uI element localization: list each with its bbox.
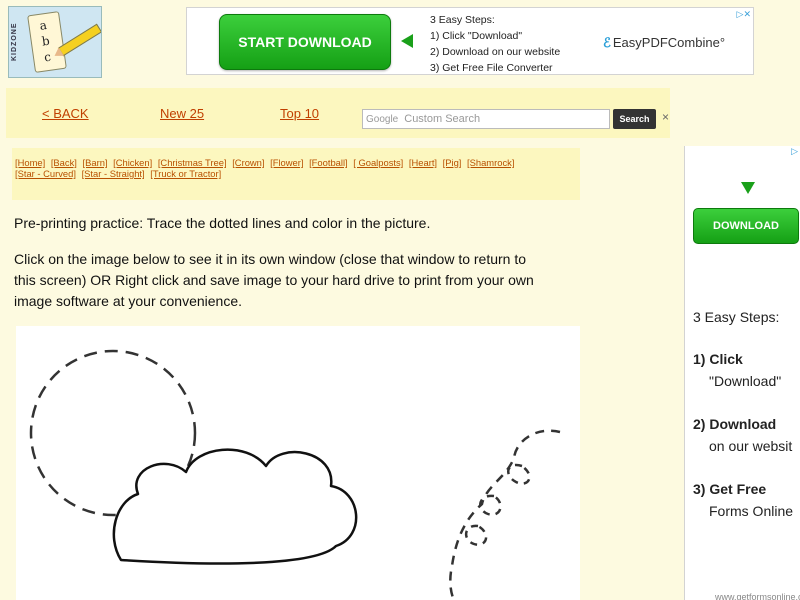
tracing-picture[interactable] [16, 326, 580, 600]
search-placeholder: Custom Search [404, 113, 481, 125]
pdf-brand-icon: ℰ [603, 35, 611, 50]
category-link[interactable]: [Christmas Tree] [158, 157, 227, 168]
google-logo: Google [366, 113, 399, 125]
arrow-down-icon [741, 182, 755, 194]
category-link[interactable]: [Crown] [232, 157, 264, 168]
ad-steps-heading: 3 Easy Steps: [430, 14, 495, 26]
tracing-drawing [29, 349, 561, 600]
category-link[interactable]: [Star - Straight] [82, 168, 145, 179]
side-ad-url[interactable]: www.getformsonline.co [715, 592, 800, 600]
instructions-line-1: Click on the image below to see it in it… [14, 251, 527, 267]
logo-paper: a b c [27, 11, 67, 73]
category-links: [Home] [Back] [Barn] [Chicken] [Christma… [12, 148, 580, 200]
dashed-curl-3 [465, 524, 488, 546]
logo-side-text: KIDZONE [11, 22, 18, 62]
category-link[interactable]: [Barn] [83, 157, 108, 168]
logo-letter-a: a [38, 17, 48, 33]
top-10-link[interactable]: Top 10 [280, 106, 319, 121]
side-download-button[interactable]: DOWNLOAD [693, 208, 799, 244]
ad-brand[interactable]: ℰ EasyPDFCombine° [603, 35, 725, 51]
logo-letter-b: b [40, 33, 51, 49]
category-link[interactable]: [Football] [309, 157, 348, 168]
dashed-curl-2 [479, 494, 502, 516]
side-ad-step-3: 3) Get Free [693, 481, 767, 497]
category-link[interactable]: [Flower] [270, 157, 303, 168]
ad-step-1: 1) Click "Download" [430, 30, 523, 42]
ad-step-2: 2) Download on our website [430, 46, 561, 58]
adchoices-icon[interactable]: ▷✕ [737, 9, 751, 20]
category-link[interactable]: [Chicken] [113, 157, 152, 168]
category-link[interactable]: [ Goalposts] [353, 157, 403, 168]
search-input[interactable]: Google Custom Search [362, 109, 610, 129]
ad-step-3: 3) Get Free File Converter [430, 62, 553, 74]
side-ad-step-1-detail: "Download" [709, 373, 782, 389]
side-ad-step-2: 2) Download [693, 416, 777, 432]
category-link[interactable]: [Star - Curved] [15, 168, 76, 179]
category-link[interactable]: [Truck or Tractor] [150, 168, 221, 179]
arrow-left-icon [401, 34, 413, 48]
adchoices-icon[interactable]: ▷ [791, 146, 798, 157]
category-link[interactable]: [Back] [51, 157, 77, 168]
category-link[interactable]: [Home] [15, 157, 45, 168]
category-link[interactable]: [Pig] [443, 157, 462, 168]
side-ad-step-3-detail: Forms Online [709, 503, 794, 519]
solid-cloud [112, 448, 358, 565]
category-link[interactable]: [Heart] [409, 157, 437, 168]
clear-search-icon[interactable]: × [662, 110, 669, 124]
dashed-vine [449, 429, 561, 600]
top-banner-ad[interactable]: START DOWNLOAD 3 Easy Steps: 1) Click "D… [186, 7, 754, 75]
start-download-button[interactable]: START DOWNLOAD [219, 14, 391, 70]
dashed-curl-1 [507, 463, 531, 485]
pencil-icon [57, 23, 101, 57]
ad-brand-suffix: ° [719, 35, 726, 50]
intro-text: Pre-printing practice: Trace the dotted … [14, 215, 431, 231]
instructions-line-2: this screen) OR Right click and save ima… [14, 272, 534, 288]
search-button[interactable]: Search [613, 109, 656, 129]
side-ad-step-1: 1) Click [693, 351, 743, 367]
ad-brand-name: EasyPDFCombine [612, 35, 720, 50]
ad-steps: 3 Easy Steps: 1) Click "Download" 2) Dow… [430, 12, 560, 76]
side-banner-ad[interactable]: ▷ DOWNLOAD 3 Easy Steps: 1) Click "Downl… [684, 146, 800, 600]
logo-letter-c: c [43, 49, 52, 65]
back-link[interactable]: < BACK [42, 106, 89, 121]
new-25-link[interactable]: New 25 [160, 106, 204, 121]
nav-bar: < BACK New 25 Top 10 Google Custom Searc… [6, 88, 670, 138]
instructions-line-3: image software at your convenience. [14, 293, 243, 309]
side-ad-heading: 3 Easy Steps: [693, 309, 780, 325]
kidzone-logo[interactable]: KIDZONE a b c [8, 6, 102, 78]
side-ad-step-2-detail: on our websit [709, 438, 793, 454]
category-link[interactable]: [Shamrock] [467, 157, 514, 168]
